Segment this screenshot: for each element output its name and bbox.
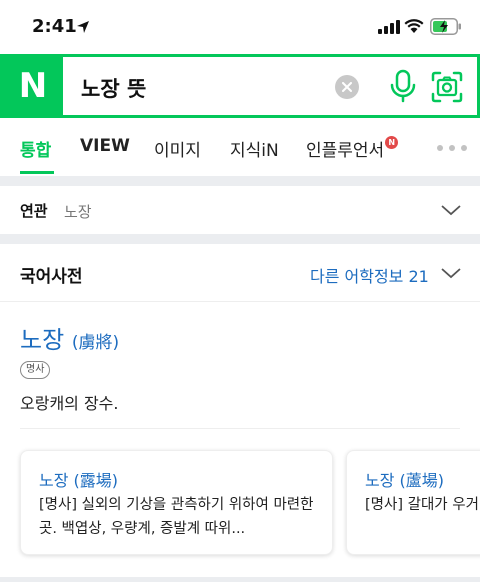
- tab-influencer[interactable]: 인플루언서 N: [306, 136, 399, 161]
- search-tabs: 통합 VIEW 이미지 지식iN 인플루언서 N: [0, 118, 480, 176]
- divider: [20, 428, 460, 429]
- card-word[interactable]: 노장 (露場): [39, 467, 118, 491]
- cellular-signal-icon: [378, 20, 400, 34]
- search-input[interactable]: 노장 뜻: [81, 73, 146, 103]
- entry-hanja: (虜將): [71, 333, 120, 353]
- search-results-page: 2:41 N 노장 뜻 통합 VIEW 이미지 지식iN 인플루언서 N 연관 …: [0, 0, 480, 582]
- status-time: 2:41: [32, 16, 77, 37]
- close-icon: [342, 82, 352, 92]
- card-description: [명사] 실외의 기상을 관측하기 위하여 마련한 곳. 백엽상, 우량계, 증…: [39, 497, 314, 537]
- status-bar: 2:41: [0, 0, 480, 54]
- more-tabs-icon[interactable]: [436, 144, 468, 152]
- search-bar: N 노장 뜻: [0, 54, 480, 118]
- new-badge: N: [385, 136, 399, 149]
- naver-logo[interactable]: N: [3, 57, 63, 115]
- section-divider: [0, 176, 480, 186]
- dictionary-header: 국어사전 다른 어학정보 21: [0, 244, 480, 302]
- section-divider: [0, 577, 480, 582]
- entry-word-text: 노장: [20, 326, 65, 354]
- related-term[interactable]: 노장: [64, 201, 92, 222]
- wifi-icon: [404, 19, 424, 33]
- voice-search-mic-icon[interactable]: [389, 69, 417, 103]
- card-description: [명사] 갈대가 우거: [365, 497, 479, 513]
- clear-search-button[interactable]: [335, 75, 359, 99]
- more-dictionary-info-link[interactable]: 다른 어학정보 21: [310, 263, 429, 287]
- tab-knowledge-in[interactable]: 지식iN: [230, 136, 279, 161]
- chevron-down-icon[interactable]: [440, 203, 462, 217]
- logo-letter: N: [18, 66, 48, 106]
- battery-charging-icon: [430, 18, 461, 35]
- tab-influencer-label: 인플루언서: [306, 141, 385, 161]
- dictionary-title: 국어사전: [20, 267, 83, 287]
- related-search-row[interactable]: 연관 노장: [0, 186, 480, 234]
- tab-images[interactable]: 이미지: [154, 136, 201, 161]
- entry-definition: 오랑캐의 장수.: [20, 394, 119, 413]
- section-divider: [0, 234, 480, 244]
- related-label: 연관: [20, 202, 48, 220]
- location-arrow-icon: [77, 21, 89, 33]
- tab-all[interactable]: 통합: [20, 136, 51, 161]
- lens-camera-icon[interactable]: [431, 71, 463, 103]
- dictionary-entry-word[interactable]: 노장 (虜將): [20, 320, 119, 355]
- tab-view[interactable]: VIEW: [80, 136, 130, 156]
- chevron-down-icon[interactable]: [440, 266, 462, 280]
- active-tab-indicator: [20, 171, 54, 174]
- related-word-card[interactable]: 노장 (蘆場) [명사] 갈대가 우거: [346, 450, 480, 555]
- part-of-speech-badge: 명사: [20, 361, 51, 379]
- card-word[interactable]: 노장 (蘆場): [365, 467, 444, 491]
- related-word-card[interactable]: 노장 (露場) [명사] 실외의 기상을 관측하기 위하여 마련한 곳. 백엽상…: [20, 450, 333, 555]
